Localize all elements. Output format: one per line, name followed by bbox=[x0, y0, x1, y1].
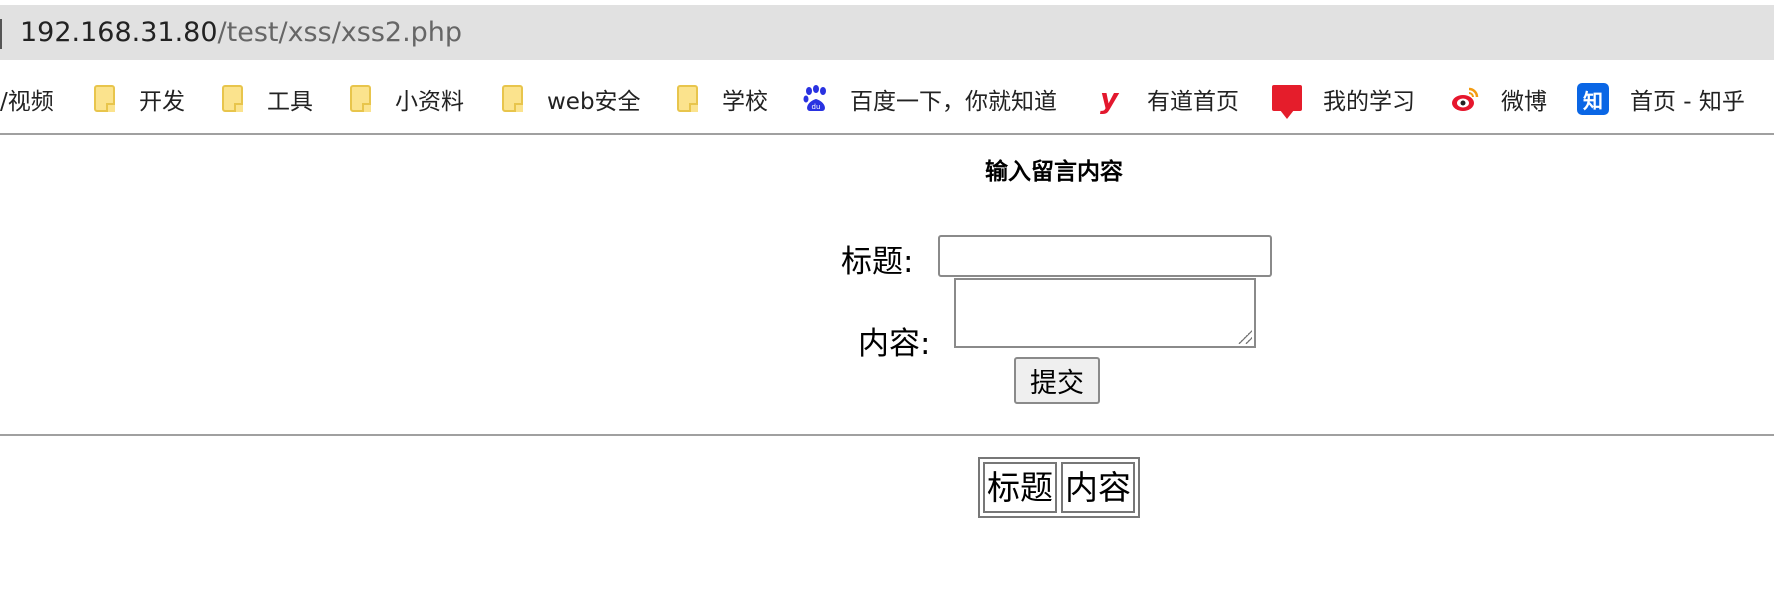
table-header-content: 内容 bbox=[1061, 462, 1135, 513]
top-divider bbox=[0, 133, 1774, 135]
bookmark-label: /视频 bbox=[0, 89, 54, 115]
svg-text:du: du bbox=[812, 103, 821, 111]
content-label: 内容: bbox=[858, 326, 931, 362]
url-path: /test/xss/xss2.php bbox=[217, 17, 463, 48]
url-text[interactable]: 192.168.31.80/test/xss/xss2.php bbox=[20, 18, 462, 48]
table-header-title: 标题 bbox=[983, 462, 1057, 513]
bookmark-label: 工具 bbox=[267, 89, 313, 115]
url-host: 192.168.31.80 bbox=[20, 17, 218, 48]
bookmark-notes[interactable]: 小资料 bbox=[348, 74, 464, 124]
zhihu-icon: 知 bbox=[1577, 83, 1609, 115]
content-textarea[interactable] bbox=[954, 278, 1256, 348]
title-input[interactable] bbox=[938, 235, 1272, 277]
folder-icon bbox=[675, 85, 701, 113]
bookmark-label: 小资料 bbox=[395, 89, 464, 115]
baidu-paw-icon: du bbox=[803, 85, 829, 113]
form-heading: 输入留言内容 bbox=[985, 159, 1123, 185]
bookmark-baidu[interactable]: du 百度一下，你就知道 bbox=[803, 74, 1057, 124]
address-bar[interactable]: 192.168.31.80/test/xss/xss2.php bbox=[0, 5, 1774, 60]
submit-button[interactable]: 提交 bbox=[1014, 357, 1100, 404]
bookmark-label: 学校 bbox=[722, 89, 768, 115]
bookmark-label: web安全 bbox=[547, 89, 641, 115]
red-book-icon bbox=[1272, 85, 1302, 119]
weibo-icon bbox=[1450, 85, 1480, 113]
youdao-icon: y bbox=[1100, 82, 1119, 115]
bookmark-zhihu[interactable]: 知 首页 - 知乎 bbox=[1577, 74, 1745, 124]
bottom-divider bbox=[0, 434, 1774, 436]
address-bar-edge bbox=[0, 19, 2, 49]
bookmark-study[interactable]: 我的学习 bbox=[1272, 74, 1415, 124]
folder-icon bbox=[348, 85, 374, 113]
bookmark-school[interactable]: 学校 bbox=[675, 74, 768, 124]
folder-icon bbox=[92, 85, 118, 113]
bookmark-tools[interactable]: 工具 bbox=[220, 74, 313, 124]
bookmarks-bar: /视频 开发 工具 小资料 web安全 学校 du 百度一下，你就知道 y 有道… bbox=[0, 74, 1774, 124]
bookmark-youdao[interactable]: y 有道首页 bbox=[1100, 74, 1239, 124]
bookmark-weibo[interactable]: 微博 bbox=[1450, 74, 1547, 124]
folder-icon bbox=[500, 85, 526, 113]
title-label: 标题: bbox=[841, 244, 914, 280]
bookmark-label: 我的学习 bbox=[1323, 89, 1415, 115]
bookmark-video[interactable]: /视频 bbox=[0, 74, 54, 124]
bookmark-label: 有道首页 bbox=[1147, 89, 1239, 115]
folder-icon bbox=[220, 85, 246, 113]
bookmark-label: 首页 - 知乎 bbox=[1630, 89, 1745, 115]
bookmark-dev[interactable]: 开发 bbox=[92, 74, 185, 124]
bookmark-label: 百度一下，你就知道 bbox=[850, 89, 1057, 115]
resize-grip-icon[interactable] bbox=[1238, 330, 1252, 344]
bookmark-label: 开发 bbox=[139, 89, 185, 115]
bookmark-label: 微博 bbox=[1501, 89, 1547, 115]
message-table: 标题 内容 bbox=[978, 457, 1140, 518]
bookmark-websec[interactable]: web安全 bbox=[500, 74, 641, 124]
